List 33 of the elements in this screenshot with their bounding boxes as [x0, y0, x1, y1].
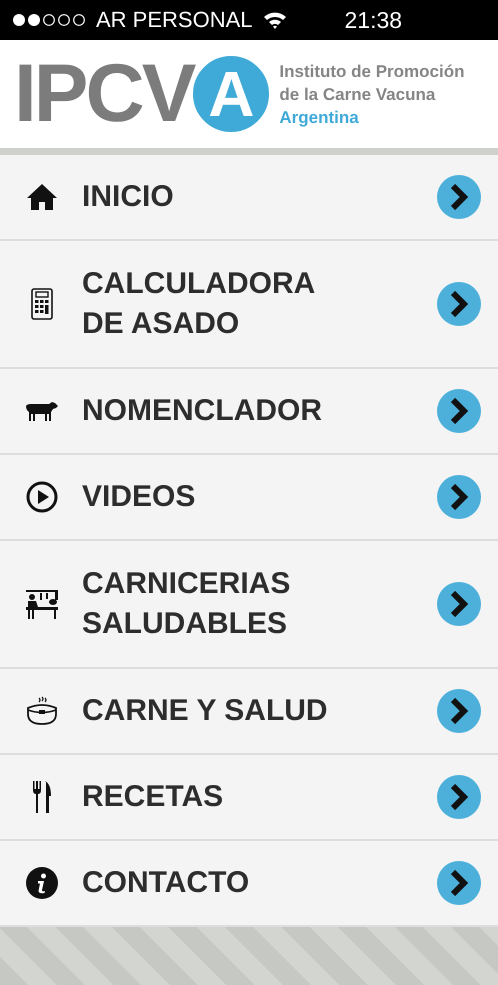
org-name: de la Carne Vacuna — [279, 84, 436, 106]
chevron-icon — [436, 688, 482, 734]
calculator-icon — [31, 288, 53, 320]
menu-label: INICIO — [82, 179, 175, 215]
carrier-name: AR PERSONAL — [96, 7, 252, 33]
chevron-icon — [436, 474, 482, 520]
info-icon — [26, 867, 58, 899]
org-country: Argentina — [279, 106, 360, 128]
menu-label: CARNICERIAS SALUDABLES — [82, 566, 292, 642]
play-icon — [26, 481, 58, 513]
logo-circle: A — [193, 56, 270, 132]
pot-icon — [26, 696, 58, 726]
butcher-shop-icon — [25, 588, 59, 620]
signal-icon — [12, 13, 88, 27]
menu-label: CALCULADORA DE ASADO — [82, 266, 316, 342]
menu-label: CONTACTO — [82, 865, 250, 901]
menu-label: RECETAS — [82, 779, 224, 815]
menu-label: NOMENCLADOR — [82, 393, 323, 429]
chevron-icon — [436, 388, 482, 434]
chevron-icon — [436, 581, 482, 627]
home-icon — [26, 183, 58, 211]
chevron-icon — [436, 774, 482, 820]
chevron-icon — [436, 860, 482, 906]
menu-label: VIDEOS — [82, 479, 196, 515]
menu-label: CARNE Y SALUD — [82, 693, 329, 729]
chevron-icon — [436, 281, 482, 327]
cutlery-icon — [31, 780, 53, 814]
cow-icon — [25, 400, 59, 422]
wifi-icon — [262, 11, 286, 29]
chevron-icon — [436, 174, 482, 220]
logo-letters: IPCV — [14, 53, 194, 135]
org-name: Instituto de Promoción — [279, 60, 464, 82]
clock-time: 21:38 — [344, 6, 402, 34]
